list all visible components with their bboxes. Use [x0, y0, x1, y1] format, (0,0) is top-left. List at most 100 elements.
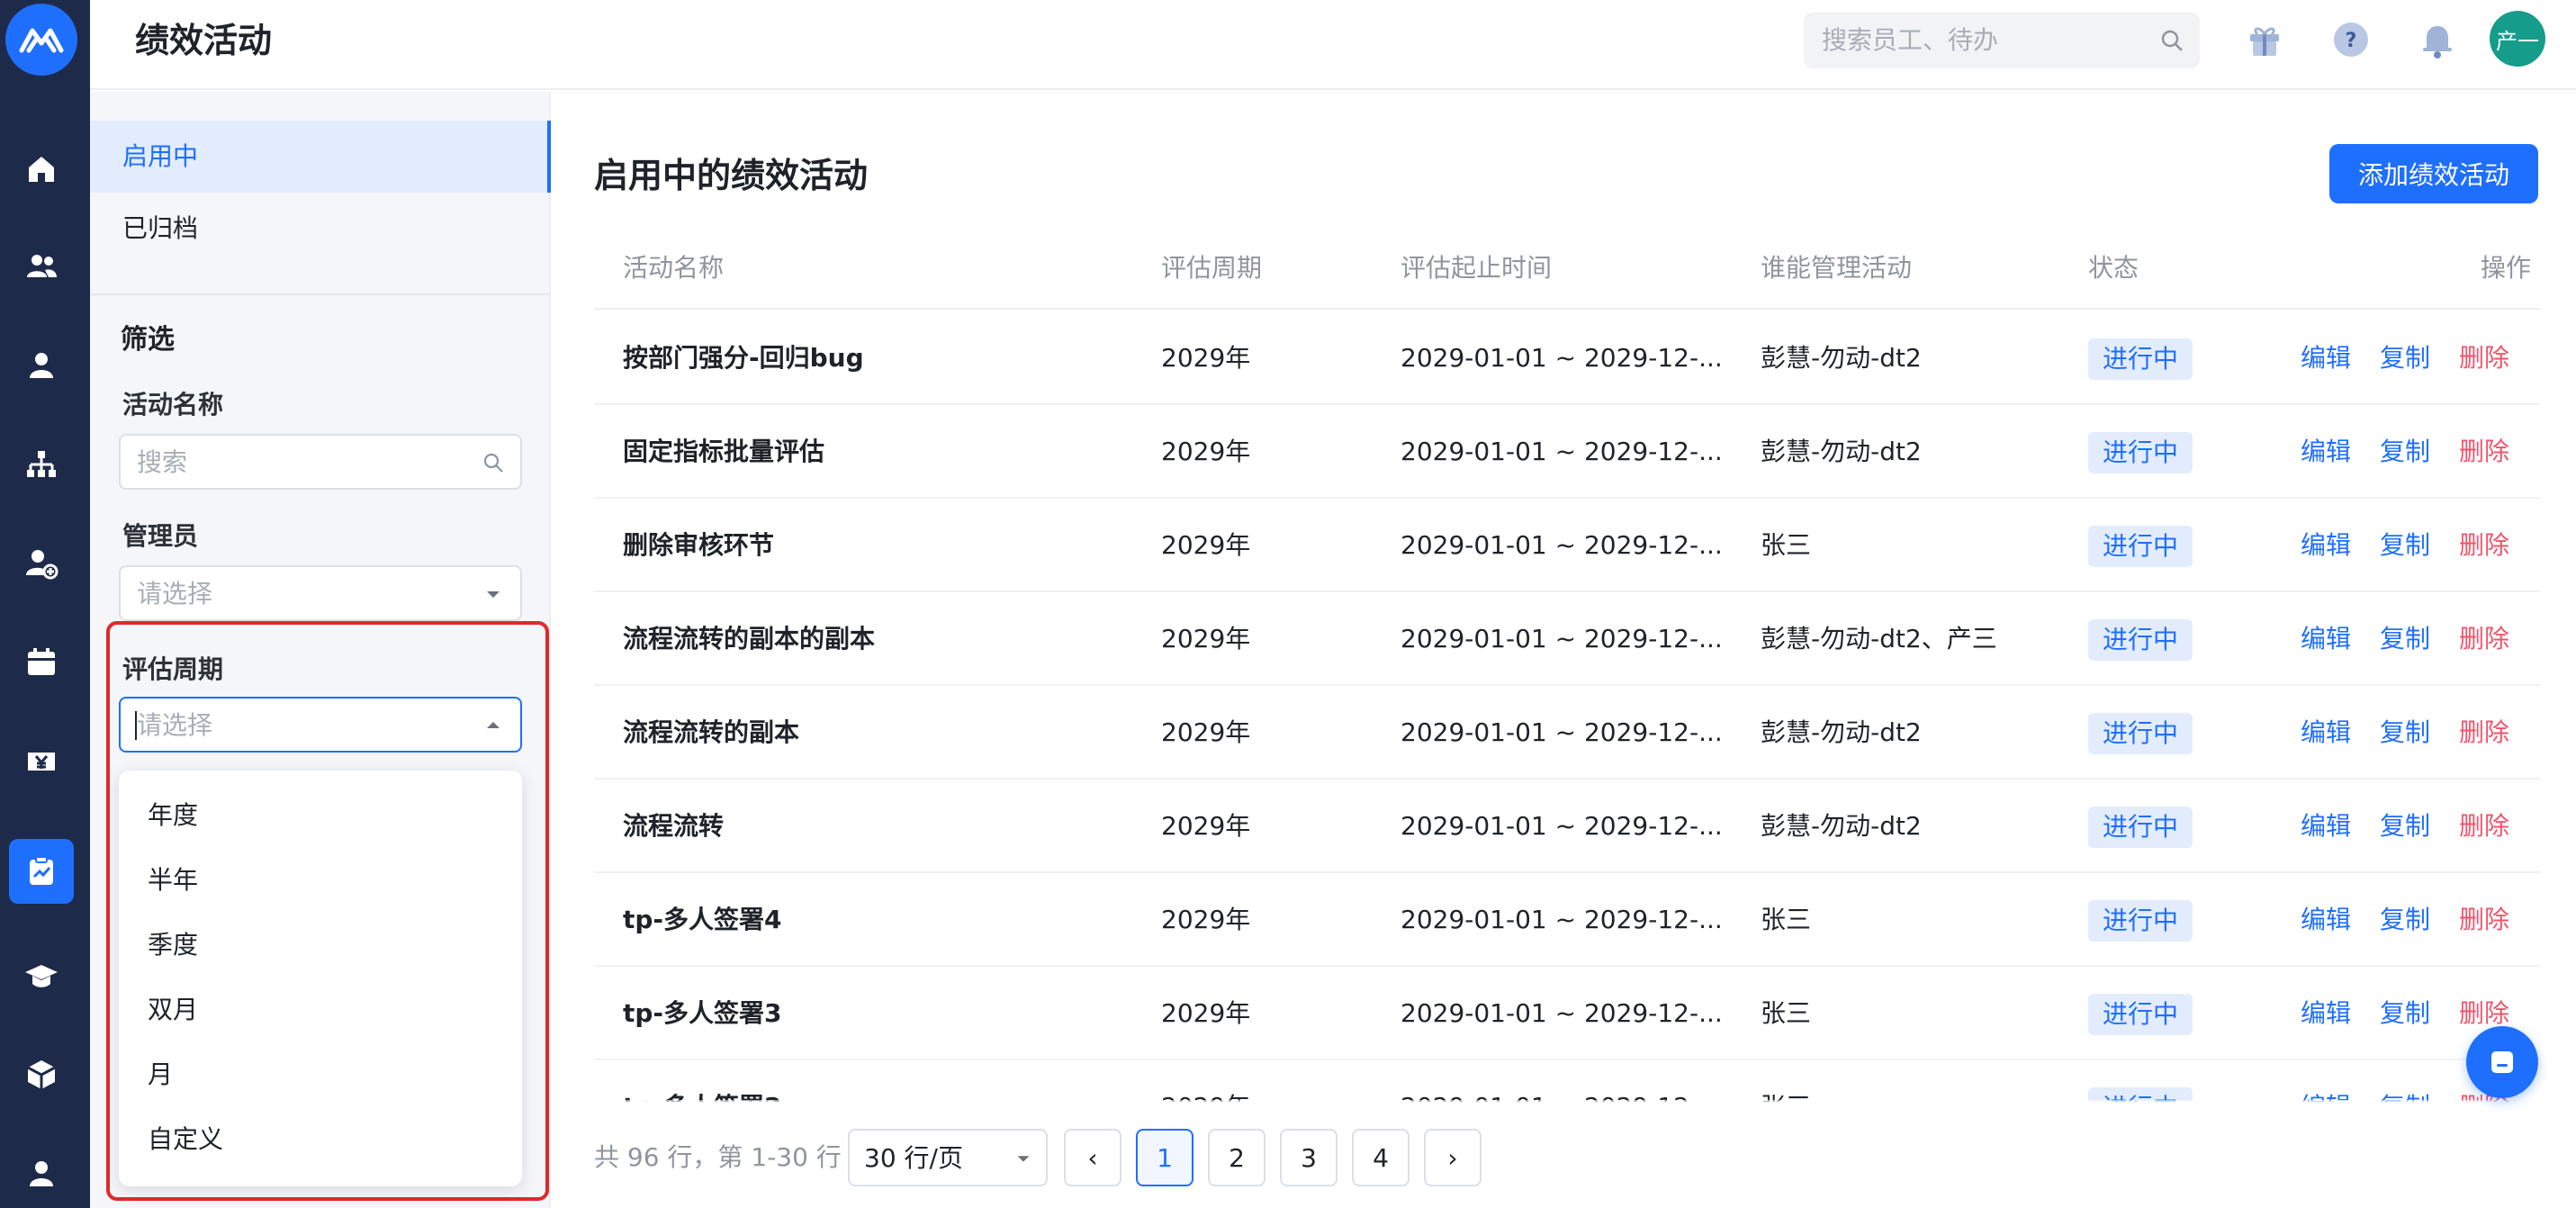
status-badge: 进行中 [2088, 338, 2193, 380]
table-row[interactable]: 流程流转 2029年 2029-01-01 ~ 2029-12-... 彭慧-勿动-d… [594, 780, 2540, 873]
delete-button[interactable]: 删除 [2459, 873, 2509, 967]
bell-icon[interactable] [2416, 18, 2459, 61]
table-row[interactable]: 流程流转的副本的副本 2029年 2029-01-01 ~ 2029-12-... 彭… [594, 592, 2540, 686]
person-add-icon[interactable] [9, 531, 74, 596]
col-header-range: 评估起止时间 [1401, 253, 1553, 283]
profile-icon[interactable] [9, 1141, 74, 1206]
copy-button[interactable]: 复制 [2380, 311, 2430, 405]
row-activity-name[interactable]: 流程流转的副本 [623, 686, 1145, 780]
user-avatar[interactable]: 产一 [2490, 11, 2545, 67]
copy-button[interactable]: 复制 [2380, 592, 2430, 686]
status-badge: 进行中 [2088, 526, 2193, 567]
learning-icon[interactable] [9, 943, 74, 1008]
table-row[interactable]: 流程流转的副本 2029年 2029-01-01 ~ 2029-12-... 彭慧-勿… [594, 686, 2540, 780]
logo-icon[interactable] [5, 4, 77, 76]
edit-button[interactable]: 编辑 [2301, 686, 2351, 780]
person-icon[interactable] [9, 333, 74, 398]
delete-button[interactable]: 删除 [2459, 592, 2509, 686]
activity-name-search-input[interactable]: 搜索 [119, 434, 522, 490]
edit-button[interactable]: 编辑 [2301, 967, 2351, 1060]
table-row[interactable]: 固定指标批量评估 2029年 2029-01-01 ~ 2029-12-... 彭慧-… [594, 405, 2540, 499]
row-activity-name[interactable]: 流程流转 [623, 780, 1145, 873]
tab-active[interactable]: 启用中 [90, 121, 551, 193]
edit-button[interactable]: 编辑 [2301, 873, 2351, 967]
row-activity-name[interactable]: 固定指标批量评估 [623, 405, 1145, 499]
filter-heading: 筛选 [121, 324, 175, 356]
edit-button[interactable]: 编辑 [2301, 499, 2351, 592]
chat-float-button[interactable] [2466, 1026, 2538, 1098]
page-title: 绩效活动 [135, 21, 273, 60]
salary-icon[interactable] [9, 729, 74, 794]
performance-icon[interactable] [9, 839, 74, 904]
table-row[interactable]: tp-多人签署3 2029年 2029-01-01 ~ 2029-12-... 张三 进… [594, 967, 2540, 1060]
period-option-bimonthly[interactable]: 双月 [148, 992, 198, 1028]
col-header-status: 状态 [2088, 253, 2139, 283]
nav-rail [0, 0, 90, 1208]
help-icon[interactable]: ? [2329, 18, 2373, 61]
activity-name-label: 活动名称 [122, 390, 224, 419]
edit-button[interactable]: 编辑 [2301, 311, 2351, 405]
delete-button[interactable]: 删除 [2459, 780, 2509, 873]
manager-select[interactable]: 请选择 [119, 565, 522, 621]
period-option-annual[interactable]: 年度 [148, 798, 198, 834]
copy-button[interactable]: 复制 [2380, 499, 2430, 592]
sidebar-divider [90, 293, 551, 295]
copy-button[interactable]: 复制 [2380, 873, 2430, 967]
page-button-1[interactable]: 1 [1136, 1129, 1193, 1186]
edit-button[interactable]: 编辑 [2301, 592, 2351, 686]
copy-button[interactable]: 复制 [2380, 1060, 2430, 1102]
tab-archived[interactable]: 已归档 [90, 193, 551, 265]
copy-button[interactable]: 复制 [2380, 405, 2430, 499]
table-row[interactable]: tp-多人签署22029年2029-01-01 ~ 2029-12-...张三进… [594, 1060, 2540, 1102]
cube-icon[interactable] [9, 1042, 74, 1107]
chevron-up-icon [487, 722, 500, 728]
table-row[interactable]: tp-多人签署4 2029年 2029-01-01 ~ 2029-12-... 张三 进… [594, 873, 2540, 967]
row-activity-name[interactable]: 删除审核环节 [623, 499, 1145, 592]
page-size-value: 30 行/页 [864, 1143, 963, 1173]
row-period: 2029年 [1161, 343, 1251, 373]
edit-button[interactable]: 编辑 [2301, 780, 2351, 873]
period-option-custom[interactable]: 自定义 [148, 1122, 223, 1158]
delete-button[interactable]: 删除 [2459, 405, 2509, 499]
copy-button[interactable]: 复制 [2380, 780, 2430, 873]
period-select[interactable]: 请选择 [119, 697, 522, 753]
delete-button[interactable]: 删除 [2459, 311, 2509, 405]
delete-button[interactable]: 删除 [2459, 686, 2509, 780]
status-badge: 进行中 [2088, 900, 2193, 942]
org-chart-icon[interactable] [9, 432, 74, 497]
next-page-button[interactable]: › [1424, 1129, 1482, 1186]
status-badge: 进行中 [2088, 713, 2193, 754]
team-icon[interactable] [9, 234, 74, 299]
gift-icon[interactable] [2243, 18, 2286, 61]
page-size-select[interactable]: 30 行/页 [848, 1129, 1048, 1186]
col-header-actions: 操作 [2481, 253, 2532, 283]
edit-button[interactable]: 编辑 [2301, 405, 2351, 499]
home-icon[interactable] [9, 137, 74, 202]
page-button-3[interactable]: 3 [1280, 1129, 1338, 1186]
page-button-4[interactable]: 4 [1352, 1129, 1410, 1186]
prev-page-button[interactable]: ‹ [1064, 1129, 1121, 1186]
edit-button[interactable]: 编辑 [2301, 1060, 2351, 1102]
row-activity-name[interactable]: 流程流转的副本的副本 [623, 592, 1145, 686]
row-date-range: 2029-01-01 ~ 2029-12-... [1401, 343, 1723, 373]
row-managers: 张三 [1761, 998, 1812, 1028]
row-activity-name[interactable]: tp-多人签署2 [623, 1060, 1145, 1102]
row-activity-name[interactable]: tp-多人签署4 [623, 873, 1145, 967]
row-activity-name[interactable]: 按部门强分-回归bug [623, 311, 1145, 405]
global-search-input[interactable]: 搜索员工、待办 [1804, 13, 2200, 68]
copy-button[interactable]: 复制 [2380, 967, 2430, 1060]
row-period: 2029年 [1161, 998, 1251, 1028]
add-activity-button[interactable]: 添加绩效活动 [2329, 144, 2538, 203]
page-button-2[interactable]: 2 [1208, 1129, 1265, 1186]
delete-button[interactable]: 删除 [2459, 499, 2509, 592]
table-row[interactable]: 删除审核环节 2029年 2029-01-01 ~ 2029-12-... 张三 进行中… [594, 499, 2540, 592]
row-activity-name[interactable]: tp-多人签署3 [623, 967, 1145, 1060]
period-option-quarter[interactable]: 季度 [148, 927, 198, 963]
copy-button[interactable]: 复制 [2380, 686, 2430, 780]
period-option-half-year[interactable]: 半年 [148, 862, 198, 898]
row-period: 2029年 [1161, 624, 1251, 654]
table-row[interactable]: 按部门强分-回归bug 2029年 2029-01-01 ~ 2029-12-...… [594, 311, 2540, 405]
row-period: 2029年 [1161, 717, 1251, 747]
period-option-month[interactable]: 月 [148, 1057, 173, 1093]
calendar-icon[interactable] [9, 630, 74, 695]
